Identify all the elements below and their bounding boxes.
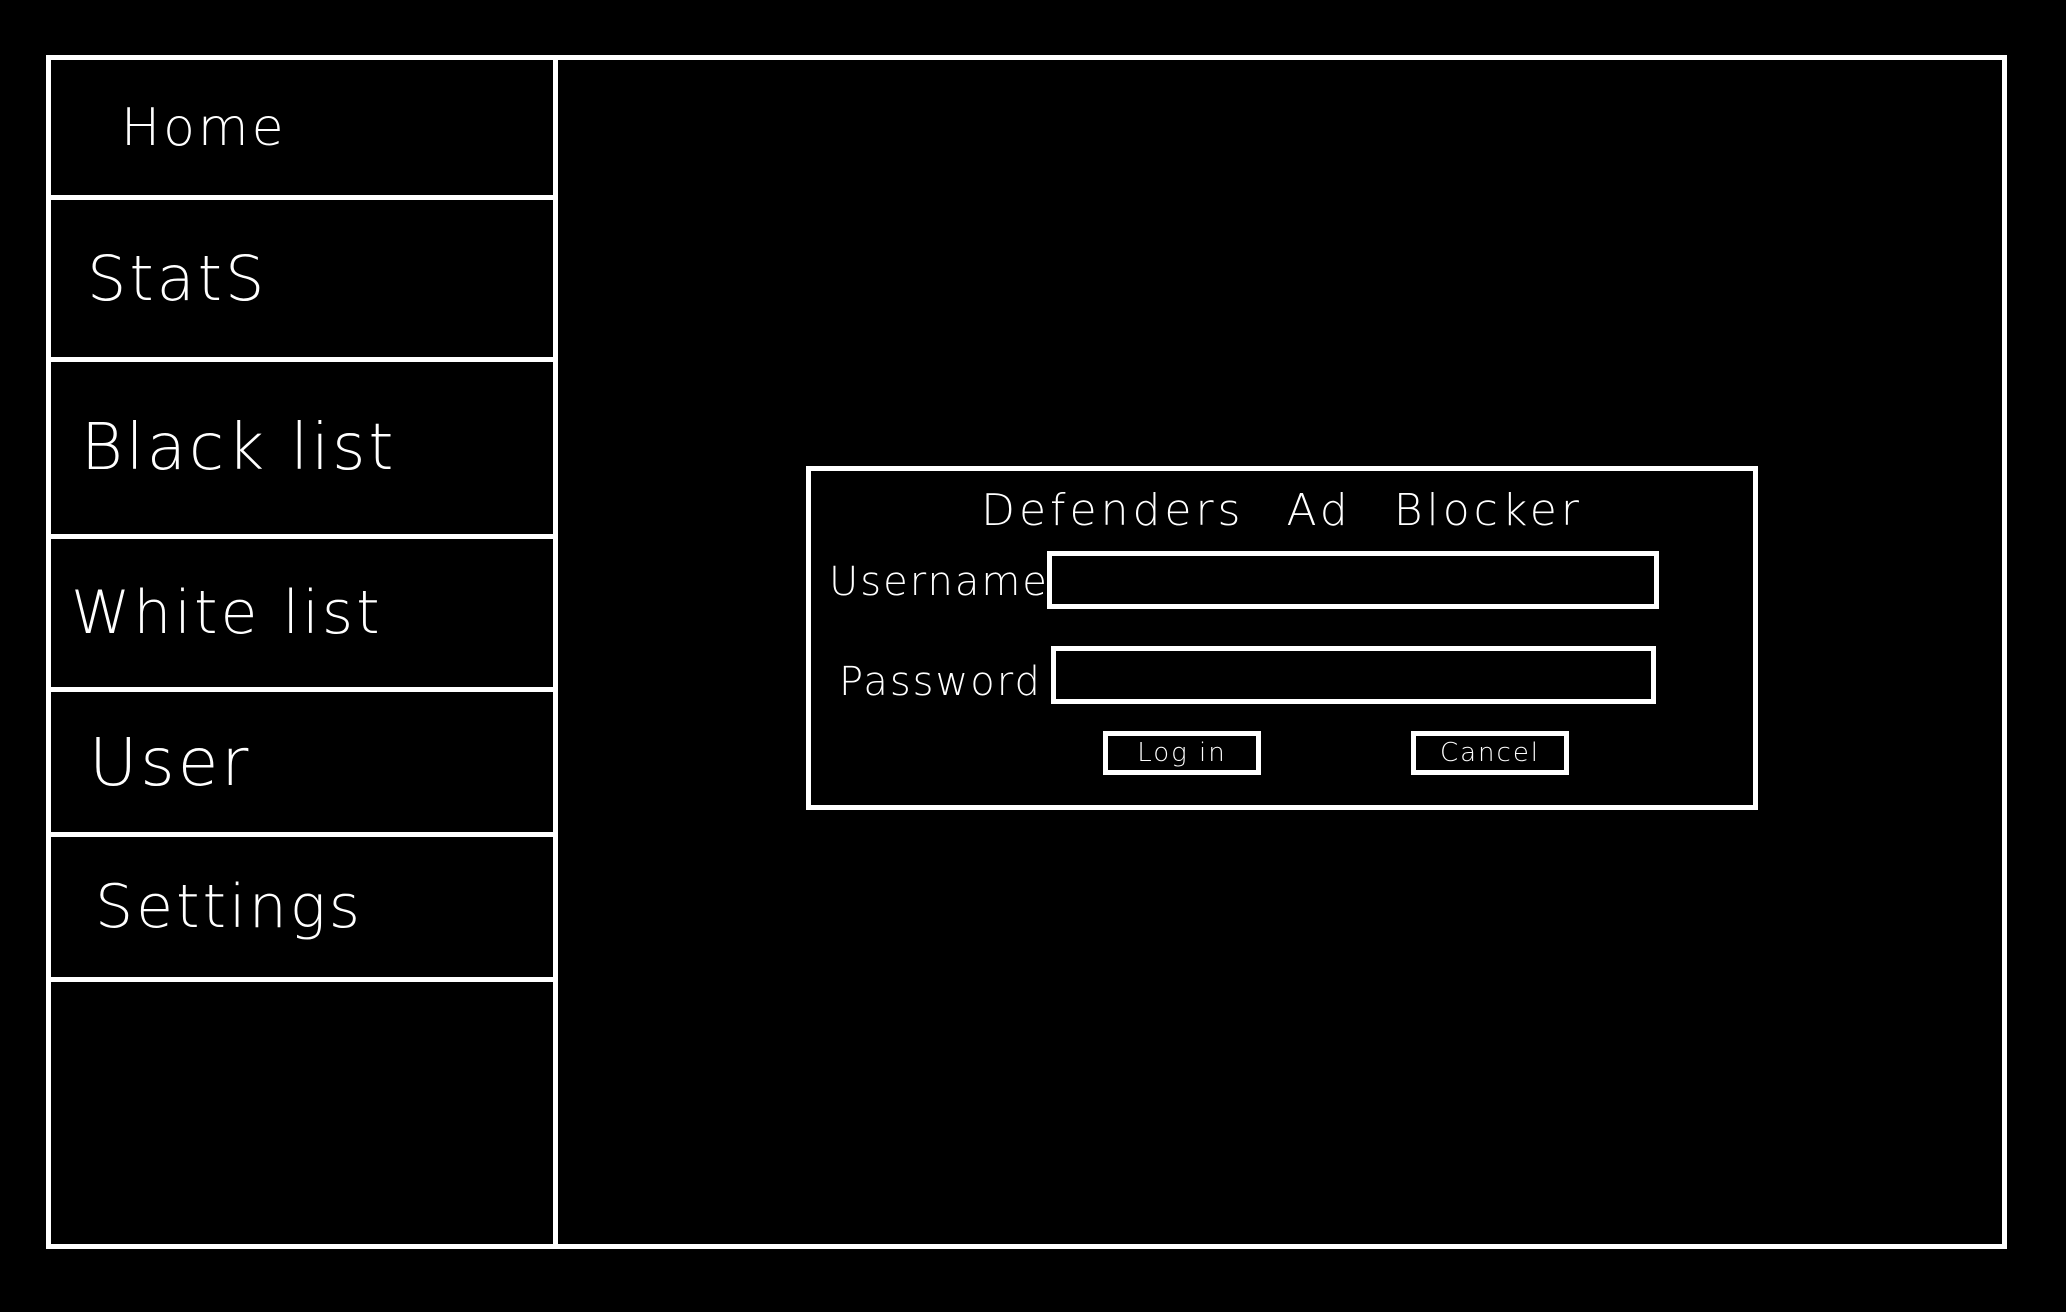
password-field[interactable] — [1051, 646, 1656, 704]
sidebar-item-home[interactable]: Home — [51, 60, 553, 200]
sidebar-item-settings[interactable]: Settings — [51, 837, 553, 982]
sidebar-item-label: Black list — [81, 411, 397, 485]
main-content: Defenders Ad Blocker Username : Password… — [558, 60, 2002, 1244]
sidebar-item-label: Settings — [95, 872, 364, 942]
username-field[interactable] — [1047, 551, 1659, 609]
login-dialog: Defenders Ad Blocker Username : Password… — [806, 466, 1758, 810]
sidebar-item-label: User — [89, 723, 252, 801]
sidebar-item-blacklist[interactable]: Black list — [51, 362, 553, 539]
sidebar-item-label: StatS — [87, 242, 268, 315]
sidebar-item-user[interactable]: User — [51, 692, 553, 837]
login-button[interactable]: Log in — [1103, 731, 1261, 775]
sidebar-item-label: White list — [71, 578, 383, 648]
sidebar-item-whitelist[interactable]: White list — [51, 539, 553, 692]
dialog-title: Defenders Ad Blocker — [981, 485, 1583, 536]
cancel-button[interactable]: Cancel — [1411, 731, 1569, 775]
password-label: Password : — [839, 659, 1073, 705]
sidebar-item-label: Home — [121, 97, 287, 158]
app-window: Home StatS Black list White list User Se… — [46, 55, 2007, 1249]
sidebar-item-stats[interactable]: StatS — [51, 200, 553, 362]
username-label: Username : — [829, 559, 1080, 605]
sidebar: Home StatS Black list White list User Se… — [51, 60, 558, 1244]
